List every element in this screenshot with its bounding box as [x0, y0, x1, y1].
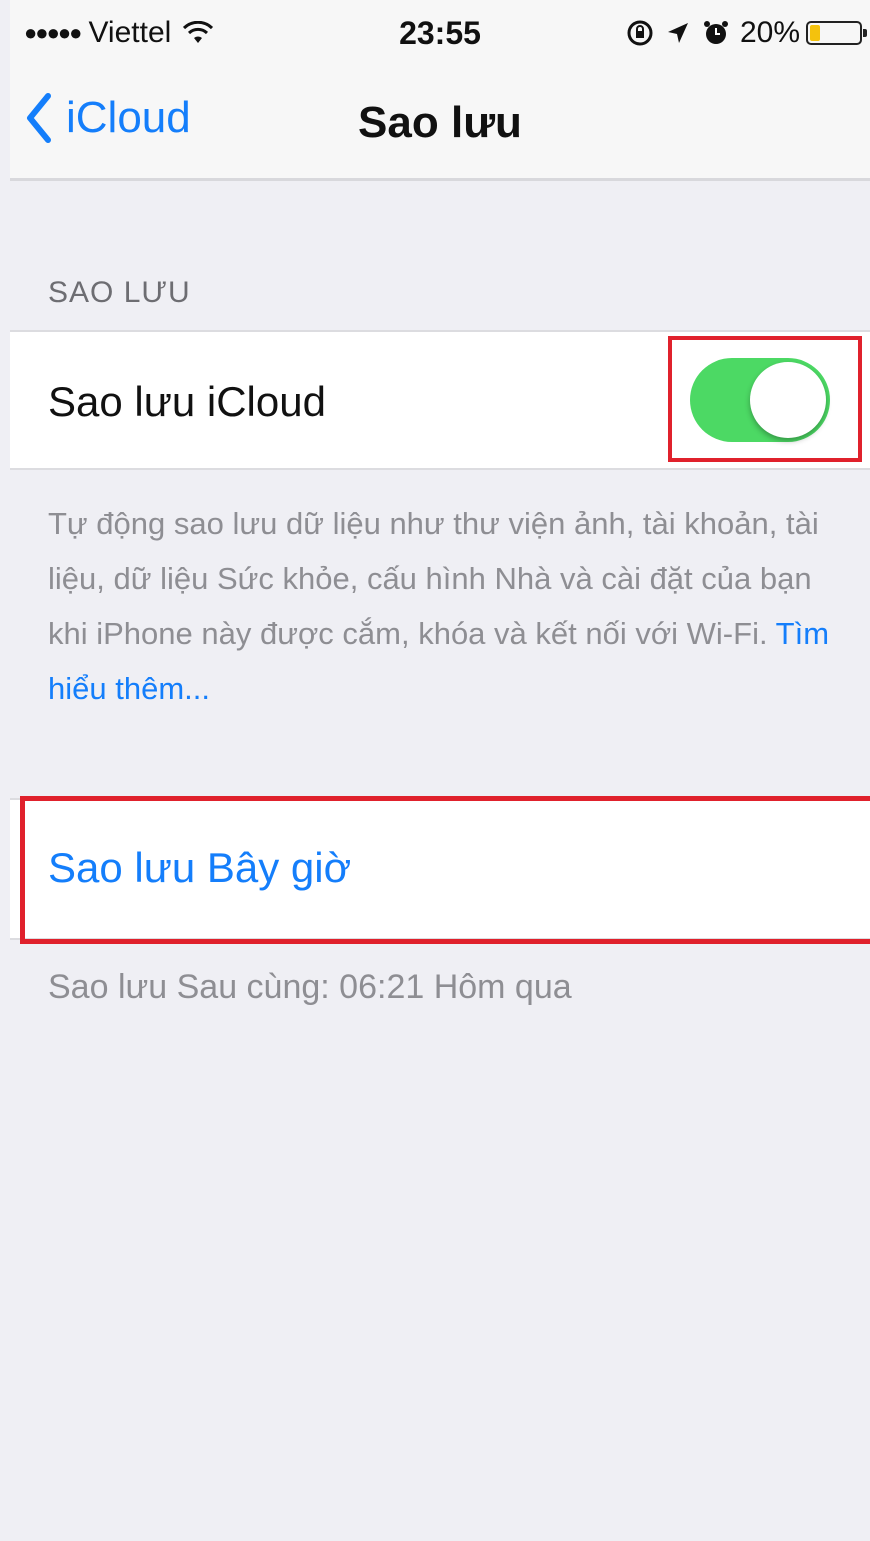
page-title: Sao lưu	[358, 98, 522, 147]
battery-fill	[810, 25, 820, 41]
status-bar: ●●●●● Viettel 23:55 20%	[10, 0, 870, 70]
status-right: 20%	[626, 16, 867, 50]
backup-now-button[interactable]: Sao lưu Bây giờ	[10, 798, 870, 940]
battery-nub	[863, 29, 867, 37]
battery-icon	[806, 21, 867, 45]
rotation-lock-icon	[627, 20, 653, 46]
last-backup-status: Sao lưu Sau cùng: 06:21 Hôm qua	[48, 968, 572, 1006]
screen-background	[10, 0, 870, 1541]
toggle-knob	[750, 362, 826, 438]
backup-now-label: Sao lưu Bây giờ	[48, 844, 352, 891]
location-icon	[667, 23, 688, 43]
battery-percentage: 20%	[739, 16, 800, 49]
backup-description-text: Tự động sao lưu dữ liệu như thư viện ảnh…	[48, 506, 819, 651]
backup-description: Tự động sao lưu dữ liệu như thư viện ảnh…	[48, 496, 838, 716]
alarm-icon	[703, 21, 728, 44]
icloud-backup-label: Sao lưu iCloud	[48, 378, 326, 425]
icloud-backup-toggle[interactable]	[690, 358, 830, 442]
navigation-bar: iCloud Sao lưu	[10, 70, 870, 181]
section-header-backup: SAO LƯU	[48, 276, 191, 309]
